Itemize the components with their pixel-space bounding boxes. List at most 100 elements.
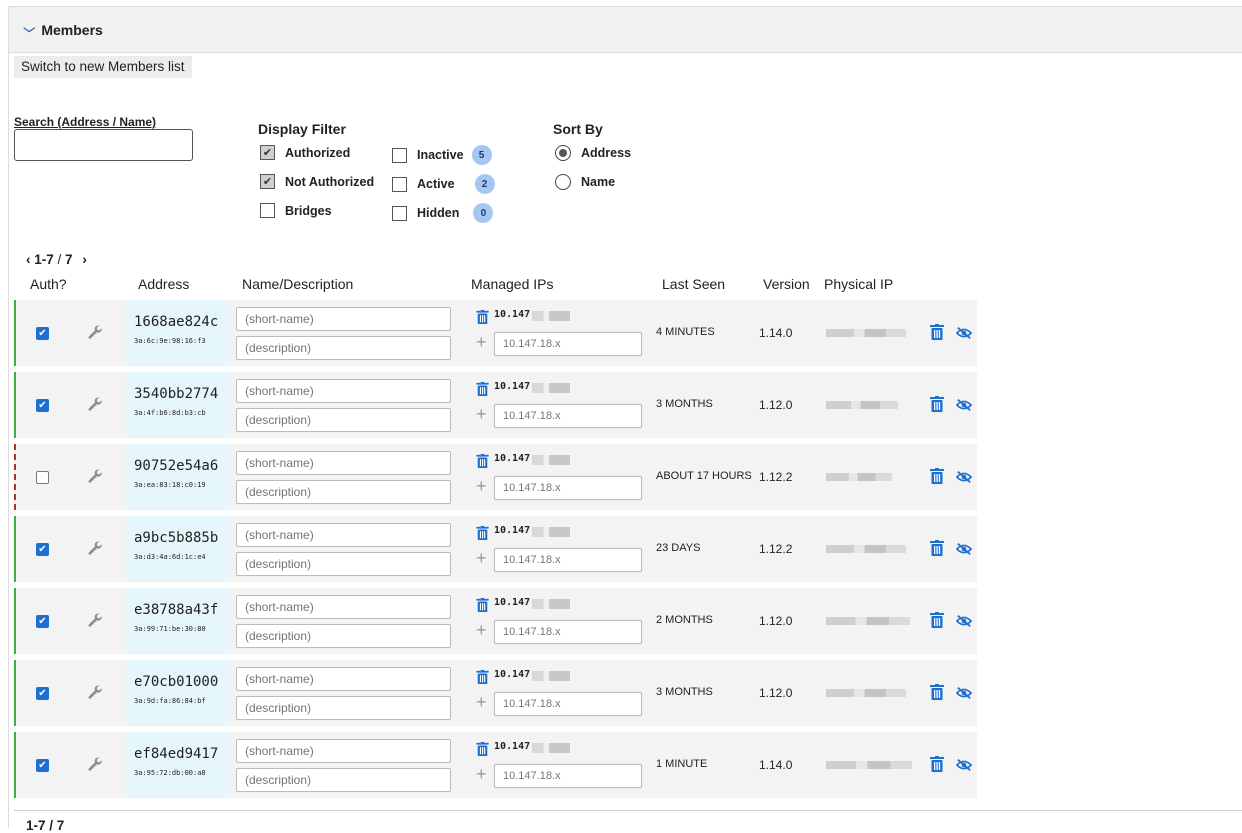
member-mac: 3a:95:72:db:00:a8: [134, 769, 206, 777]
auth-checkbox[interactable]: ✔: [36, 759, 49, 772]
chevron-down-icon[interactable]: ⌵: [23, 23, 35, 36]
member-address: 90752e54a6: [134, 458, 219, 474]
sort-by-address[interactable]: Address: [555, 145, 631, 161]
trash-icon[interactable]: [476, 526, 489, 540]
last-seen: 3 MONTHS: [656, 398, 713, 410]
inactive-checkbox[interactable]: [392, 147, 407, 163]
add-ip-input[interactable]: [494, 548, 642, 572]
trash-icon[interactable]: [476, 454, 489, 468]
physical-ip-redacted: [826, 689, 906, 697]
trash-icon[interactable]: [930, 756, 944, 772]
hidden-count-badge: 0: [473, 203, 494, 223]
physical-ip-redacted: [826, 329, 906, 337]
auth-checkbox[interactable]: [36, 471, 49, 484]
chevron-right-icon[interactable]: ›: [82, 252, 87, 267]
description-input[interactable]: [236, 336, 451, 360]
description-input[interactable]: [236, 768, 451, 792]
not-authorized-checkbox[interactable]: ✔: [260, 174, 275, 189]
filter-active[interactable]: Active 2: [392, 174, 495, 194]
trash-icon[interactable]: [476, 670, 489, 684]
trash-icon[interactable]: [476, 742, 489, 756]
sort-by-name[interactable]: Name: [555, 174, 615, 190]
sort-name-radio[interactable]: [555, 174, 571, 190]
bridges-checkbox[interactable]: [260, 203, 275, 218]
trash-icon[interactable]: [930, 684, 944, 700]
eye-off-icon[interactable]: [956, 326, 972, 340]
add-ip-input[interactable]: [494, 764, 642, 788]
filter-hidden[interactable]: Hidden 0: [392, 203, 494, 223]
eye-off-icon[interactable]: [956, 542, 972, 556]
trash-icon[interactable]: [930, 324, 944, 340]
auth-checkbox[interactable]: ✔: [36, 543, 49, 556]
add-ip-input[interactable]: [494, 476, 642, 500]
pager-range: 1-7: [34, 252, 54, 267]
short-name-input[interactable]: [236, 451, 451, 475]
trash-icon[interactable]: [930, 396, 944, 412]
trash-icon[interactable]: [476, 310, 489, 324]
add-ip-input[interactable]: [494, 404, 642, 428]
eye-off-icon[interactable]: [956, 758, 972, 772]
eye-off-icon[interactable]: [956, 470, 972, 484]
auth-checkbox[interactable]: ✔: [36, 399, 49, 412]
sort-name-label: Name: [581, 175, 616, 189]
eye-off-icon[interactable]: [956, 686, 972, 700]
wrench-icon[interactable]: [86, 612, 104, 630]
auth-checkbox[interactable]: ✔: [36, 615, 49, 628]
description-input[interactable]: [236, 480, 451, 504]
description-input[interactable]: [236, 552, 451, 576]
short-name-input[interactable]: [236, 739, 451, 763]
active-checkbox[interactable]: [392, 176, 407, 192]
filter-inactive[interactable]: Inactive 5: [392, 145, 492, 165]
short-name-input[interactable]: [236, 523, 451, 547]
auth-checkbox[interactable]: ✔: [36, 327, 49, 340]
plus-icon[interactable]: +: [476, 549, 487, 567]
physical-ip-redacted: [826, 617, 910, 625]
wrench-icon[interactable]: [86, 324, 104, 342]
trash-icon[interactable]: [476, 382, 489, 396]
wrench-icon[interactable]: [86, 396, 104, 414]
plus-icon[interactable]: +: [476, 333, 487, 351]
trash-icon[interactable]: [930, 612, 944, 628]
wrench-icon[interactable]: [86, 540, 104, 558]
description-input[interactable]: [236, 696, 451, 720]
auth-checkbox[interactable]: ✔: [36, 687, 49, 700]
eye-off-icon[interactable]: [956, 614, 972, 628]
short-name-input[interactable]: [236, 595, 451, 619]
plus-icon[interactable]: +: [476, 765, 487, 783]
plus-icon[interactable]: +: [476, 477, 487, 495]
members-panel-header[interactable]: ⌵ Members: [9, 7, 1242, 53]
add-ip-input[interactable]: [494, 332, 642, 356]
wrench-icon[interactable]: [86, 468, 104, 486]
sort-address-radio[interactable]: [555, 145, 571, 161]
hidden-label: Hidden: [417, 206, 460, 220]
short-name-input[interactable]: [236, 307, 451, 331]
plus-icon[interactable]: +: [476, 405, 487, 423]
description-input[interactable]: [236, 624, 451, 648]
version: 1.12.0: [759, 614, 793, 628]
trash-icon[interactable]: [476, 598, 489, 612]
hidden-checkbox[interactable]: [392, 205, 407, 221]
filter-authorized[interactable]: ✔ Authorized: [260, 145, 350, 160]
trash-icon[interactable]: [930, 468, 944, 484]
plus-icon[interactable]: +: [476, 693, 487, 711]
chevron-left-icon[interactable]: ‹: [26, 252, 31, 267]
ip-redacted: [532, 743, 570, 753]
wrench-icon[interactable]: [86, 684, 104, 702]
wrench-icon[interactable]: [86, 756, 104, 774]
add-ip-input[interactable]: [494, 620, 642, 644]
filter-bridges[interactable]: Bridges: [260, 203, 332, 218]
last-seen: 4 MINUTES: [656, 326, 715, 338]
plus-icon[interactable]: +: [476, 621, 487, 639]
filter-not-authorized[interactable]: ✔ Not Authorized: [260, 174, 374, 189]
trash-icon[interactable]: [930, 540, 944, 556]
description-input[interactable]: [236, 408, 451, 432]
search-input[interactable]: [14, 129, 193, 161]
add-ip-input[interactable]: [494, 692, 642, 716]
eye-off-icon[interactable]: [956, 398, 972, 412]
authorized-checkbox[interactable]: ✔: [260, 145, 275, 160]
short-name-input[interactable]: [236, 379, 451, 403]
member-row: 90752e54a6 3a:ea:83:18:c0:19 10.147 + AB…: [14, 444, 977, 510]
switch-members-list-button[interactable]: Switch to new Members list: [14, 56, 192, 78]
short-name-input[interactable]: [236, 667, 451, 691]
inactive-label: Inactive: [417, 148, 464, 162]
